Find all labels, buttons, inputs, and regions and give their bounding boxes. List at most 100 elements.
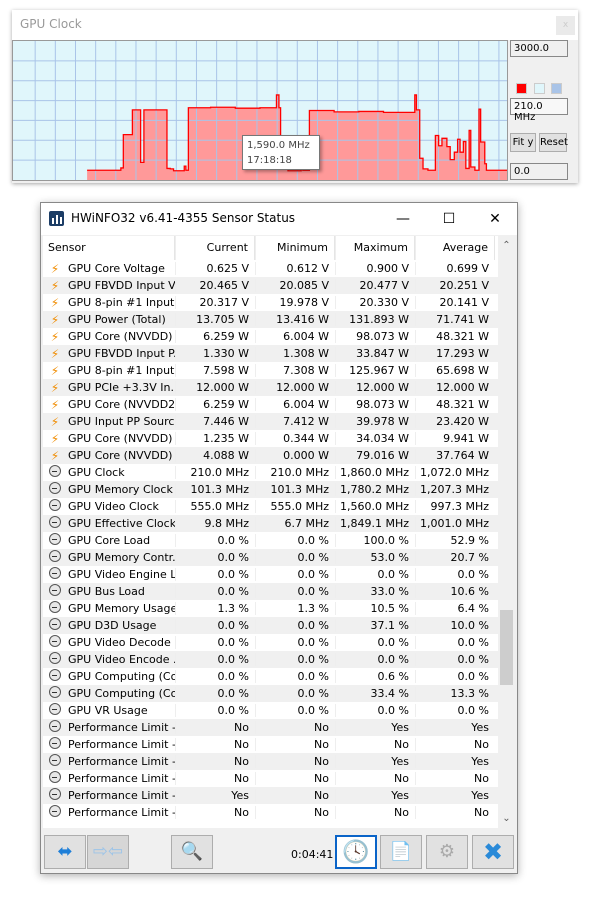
table-row[interactable]: GPU Bus Load 0.0 % 0.0 % 33.0 % 10.6 % <box>43 583 498 600</box>
min-value-cell: 210.0 MHz <box>255 466 335 479</box>
gauge-icon <box>48 499 62 514</box>
column-header-sensor[interactable]: Sensor <box>43 236 175 260</box>
table-row[interactable]: Performance Limit - ...NoNoNoNo <box>43 736 498 753</box>
sensor-name: GPU Core (NVVDD) ... <box>68 432 175 445</box>
table-row[interactable]: GPU Video Clock 555.0 MHz 555.0 MHz 1,560.0… <box>43 498 498 515</box>
avg-value-cell: 0.0 % <box>415 568 495 581</box>
table-row[interactable]: ⚡ GPU Core (NVVDD) ... 4.088 W 0.000 W 79.01… <box>43 447 498 464</box>
sensor-name: GPU 8-pin #1 Input... <box>68 296 175 309</box>
max-value-cell: 33.847 W <box>335 347 415 360</box>
fit-y-button[interactable]: Fit y <box>510 133 536 152</box>
avg-value-cell: Yes <box>415 721 495 734</box>
graph-title: GPU Clock <box>12 10 578 40</box>
table-row[interactable]: Performance Limit - ...YesNoYesYes <box>43 787 498 804</box>
avg-value-cell: 20.251 V <box>415 279 495 292</box>
table-row[interactable]: GPU Video Engine L... 0.0 % 0.0 % 0.0 % 0.0 … <box>43 566 498 583</box>
scroll-down-icon[interactable]: ⌄ <box>498 813 515 824</box>
scroll-up-icon[interactable]: ⌃ <box>498 240 515 251</box>
cur-value-cell: 1.330 W <box>175 347 255 360</box>
column-header-maximum[interactable]: Maximum <box>335 236 415 260</box>
avg-value-cell: Yes <box>415 789 495 802</box>
lightning-bolt-icon: ⚡ <box>50 261 60 276</box>
column-header-current[interactable]: Current <box>175 236 255 260</box>
table-row[interactable]: GPU Computing (Co...0.0 %0.0 %0.6 %0.0 % <box>43 668 498 685</box>
table-row[interactable]: GPU Core Load 0.0 % 0.0 % 100.0 % 52.9 % <box>43 532 498 549</box>
table-row[interactable]: ⚡ GPU 8-pin #1 Input... 20.317 V 19.978 V 20… <box>43 294 498 311</box>
monitor-magnifier-icon: 🔍 <box>180 841 204 862</box>
close-icon[interactable]: ✕ <box>483 207 507 231</box>
close-sensors-button[interactable]: ✖ <box>472 835 514 869</box>
max-value-cell: 0.0 % <box>335 636 415 649</box>
minimize-icon[interactable]: — <box>391 207 415 231</box>
table-row[interactable]: Performance Limit - ...NoNoNoNo <box>43 804 498 821</box>
table-header: Sensor Current Minimum Maximum Average <box>43 236 498 260</box>
gear-icon: ⚙ <box>438 841 456 862</box>
reset-button[interactable]: Reset <box>539 133 568 152</box>
sensor-name-cell: Performance Limit - ... <box>43 788 175 803</box>
table-row[interactable]: GPU Memory Clock 101.3 MHz 101.3 MHz 1,780.… <box>43 481 498 498</box>
min-value-cell: 12.000 W <box>255 381 335 394</box>
vertical-scrollbar[interactable]: ⌃ ⌄ <box>498 236 515 828</box>
lightning-bolt-icon: ⚡ <box>50 380 60 395</box>
column-header-minimum[interactable]: Minimum <box>255 236 335 260</box>
table-row[interactable]: ⚡ GPU Core (NVVDD) ... 6.259 W 6.004 W 98.07… <box>43 328 498 345</box>
y-max-field[interactable]: 3000.0 <box>510 40 568 57</box>
sensor-name: GPU Power (Total) <box>68 313 166 326</box>
table-row[interactable]: GPU Memory Usage 1.3 % 1.3 % 10.5 % 6.4 % <box>43 600 498 617</box>
sensor-name: GPU Computing (Co... <box>68 687 175 700</box>
scrollbar-thumb[interactable] <box>500 609 513 685</box>
min-value-cell: 6.7 MHz <box>255 517 335 530</box>
table-row[interactable]: GPU Clock 210.0 MHz 210.0 MHz 1,860.0 MHz 1,… <box>43 464 498 481</box>
table-row[interactable]: ⚡ GPU FBVDD Input V... 20.465 V 20.085 V 20.… <box>43 277 498 294</box>
max-value-cell: 34.034 W <box>335 432 415 445</box>
column-header-average[interactable]: Average <box>415 236 495 260</box>
table-row[interactable]: GPU Memory Contr... 0.0 % 0.0 % 53.0 % 20.7 … <box>43 549 498 566</box>
table-row[interactable]: Performance Limit - ...NoNoNoNo <box>43 770 498 787</box>
table-row[interactable]: ⚡ GPU FBVDD Input P... 1.330 W 1.308 W 33.84… <box>43 345 498 362</box>
table-row[interactable]: ⚡ GPU Core Voltage 0.625 V 0.612 V 0.900 V 0.… <box>43 260 498 277</box>
table-row[interactable]: ⚡ GPU Power (Total) 13.705 W 13.416 W 131.89… <box>43 311 498 328</box>
reset-timer-button[interactable]: 🕓 <box>335 835 377 869</box>
min-value-cell: 0.0 % <box>255 534 335 547</box>
min-value-cell: 13.416 W <box>255 313 335 326</box>
cur-value-cell: 1.3 % <box>175 602 255 615</box>
table-row[interactable]: GPU Video Encode ... 0.0 % 0.0 % 0.0 % 0.0 % <box>43 651 498 668</box>
max-value-cell: 100.0 % <box>335 534 415 547</box>
lightning-bolt-icon: ⚡ <box>50 278 60 293</box>
cur-value-cell: 0.0 % <box>175 619 255 632</box>
graph-close-button[interactable]: x <box>556 16 575 35</box>
table-row[interactable]: GPU Video Decode ... 0.0 % 0.0 % 0.0 % 0.0 % <box>43 634 498 651</box>
y-min-field[interactable]: 0.0 <box>510 163 568 180</box>
gauge-icon <box>48 652 62 667</box>
cur-value-cell: 7.446 W <box>175 415 255 428</box>
maximize-icon[interactable]: ☐ <box>437 207 461 231</box>
table-row[interactable]: ⚡ GPU Core (NVVDD) ... 1.235 W 0.344 W 34.03… <box>43 430 498 447</box>
sensor-search-button[interactable]: 🔍 <box>171 835 213 869</box>
table-row[interactable]: ⚡ GPU Input PP Sourc... 7.446 W 7.412 W 39.9… <box>43 413 498 430</box>
expand-columns-button[interactable]: ⬌ <box>44 835 86 869</box>
title-bar[interactable]: HWiNFO32 v6.41-4355 Sensor Status — ☐ ✕ <box>41 203 517 235</box>
settings-button[interactable]: ⚙ <box>426 835 468 869</box>
line-color-swatch[interactable] <box>516 83 527 94</box>
avg-value-cell: 6.4 % <box>415 602 495 615</box>
table-row[interactable]: Performance Limit - ...NoNoYesYes <box>43 719 498 736</box>
table-row[interactable]: Performance Limit - ...NoNoYesYes <box>43 753 498 770</box>
lightning-bolt-icon: ⚡ <box>50 431 60 446</box>
table-row[interactable]: GPU Effective Clock 9.8 MHz 6.7 MHz 1,849.1… <box>43 515 498 532</box>
min-value-cell: 101.3 MHz <box>255 483 335 496</box>
avg-value-cell: 9.941 W <box>415 432 495 445</box>
collapse-columns-button[interactable]: ⇨⇦ <box>87 835 129 869</box>
min-value-cell: No <box>255 755 335 768</box>
background-color-swatch[interactable] <box>534 83 545 94</box>
elapsed-time: 0:04:41 <box>291 848 334 861</box>
table-row[interactable]: GPU D3D Usage 0.0 % 0.0 % 37.1 % 10.0 % <box>43 617 498 634</box>
table-row[interactable]: ⚡ GPU 8-pin #1 Input... 7.598 W 7.308 W 125.… <box>43 362 498 379</box>
logging-button[interactable]: 📄 <box>380 835 422 869</box>
avg-value-cell: 1,072.0 MHz <box>415 466 495 479</box>
table-row[interactable]: ⚡ GPU PCIe +3.3V In... 12.000 W 12.000 W 12.… <box>43 379 498 396</box>
grid-color-swatch[interactable] <box>551 83 562 94</box>
table-row[interactable]: ⚡ GPU Core (NVVDD2... 6.259 W 6.004 W 98.073… <box>43 396 498 413</box>
table-row[interactable]: GPU Computing (Co...0.0 %0.0 %33.4 %13.3… <box>43 685 498 702</box>
sensor-name-cell: GPU VR Usage <box>43 703 175 718</box>
table-row[interactable]: GPU VR Usage 0.0 % 0.0 % 0.0 % 0.0 % <box>43 702 498 719</box>
